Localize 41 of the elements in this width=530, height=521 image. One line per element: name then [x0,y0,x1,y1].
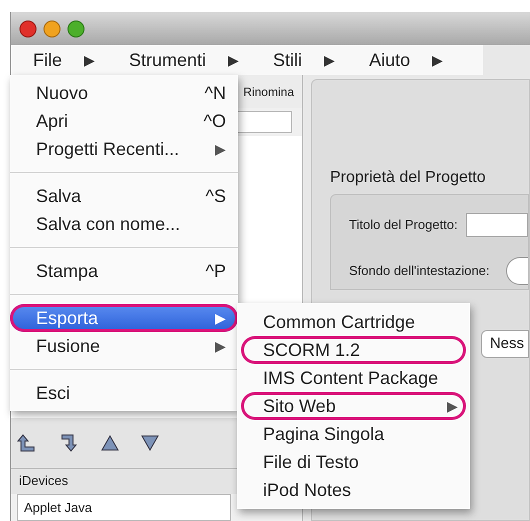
field-label: Titolo del Progetto: [349,216,458,234]
menu[interactable]: Stili [273,46,302,74]
menu-item[interactable]: Esporta ▶ [10,304,238,332]
menu-item[interactable]: Salva ^S [10,182,238,210]
menu-item[interactable]: IMS Content Package [241,364,466,392]
list-item[interactable]: Applet Java [17,494,231,521]
title-field[interactable] [466,213,528,237]
menu-item[interactable]: Nuovo ^N [10,79,238,107]
menu[interactable]: Aiuto [369,46,410,74]
promote-arrow-icon[interactable] [17,432,37,452]
menu-arrow: ▶ [432,50,444,70]
panel-title: iDevices [19,472,68,490]
menu-item[interactable]: iPod Notes [241,476,466,504]
menu-arrow: ▶ [84,50,96,70]
menu-arrow: ▶ [324,50,336,70]
menu-item[interactable]: Pagina Singola [241,420,466,448]
close-button[interactable] [19,20,37,38]
rename-button[interactable]: Rinomina [243,82,294,100]
demote-arrow-icon[interactable] [59,432,79,452]
minimize-button[interactable] [43,20,61,38]
move-up-icon[interactable] [101,434,119,450]
menu-item[interactable]: Salva con nome... [10,210,238,238]
menu-item[interactable]: File di Testo [241,448,466,476]
zoom-button[interactable] [67,20,85,38]
menu[interactable]: Strumenti [129,46,206,74]
move-down-icon[interactable] [141,434,159,450]
none-button[interactable]: Ness [480,330,529,358]
menu-arrow: ▶ [228,50,240,70]
menu-item[interactable]: Fusione ▶ [10,332,238,360]
field-label: Sfondo dell'intestazione: [349,262,490,280]
round-button[interactable] [506,257,528,285]
menu-item[interactable]: Common Cartridge [241,308,466,336]
menu-item[interactable]: Stampa ^P [10,257,238,285]
input-field[interactable] [236,111,292,133]
menu-item[interactable]: Esci [10,379,238,407]
menu-item[interactable]: Apri ^O [10,107,238,135]
menu-item[interactable]: Progetti Recenti... ▶ [10,135,238,163]
menu-item[interactable]: Sito Web ▶ [241,392,466,420]
group-title: Proprietà del Progetto [330,168,487,188]
menu-item[interactable]: SCORM 1.2 [241,336,466,364]
menu[interactable]: File [33,46,62,74]
